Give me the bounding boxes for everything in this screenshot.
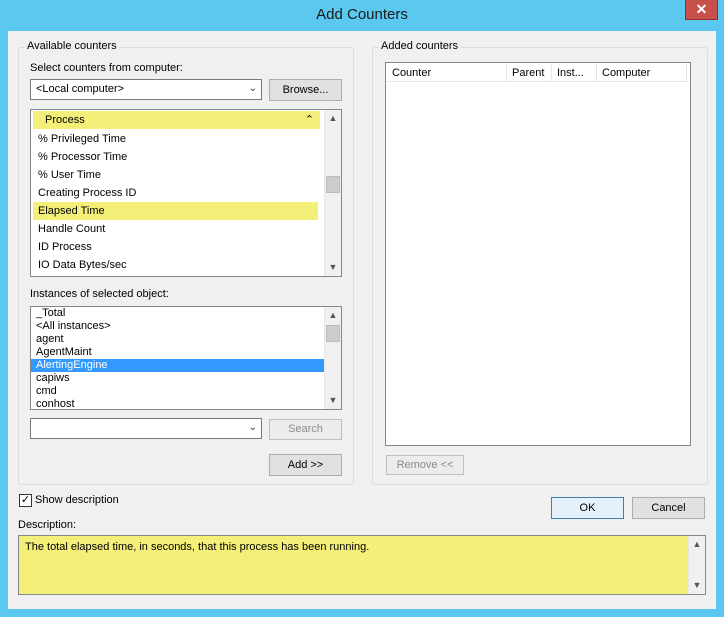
counter-item[interactable]: % User Time — [33, 166, 318, 184]
collapse-chevron-icon[interactable]: ⌃ — [305, 111, 314, 129]
instances-label: Instances of selected object: — [30, 288, 169, 300]
instance-item[interactable]: capiws — [31, 372, 324, 385]
scroll-down-icon[interactable]: ▼ — [325, 392, 341, 409]
description-text: The total elapsed time, in seconds, that… — [25, 541, 370, 553]
column-parent[interactable]: Parent — [507, 64, 552, 82]
show-description-checkbox[interactable]: ✓ — [19, 494, 32, 507]
show-description-label[interactable]: Show description — [35, 494, 119, 506]
counter-item[interactable]: IO Data Bytes/sec — [33, 256, 318, 274]
available-counters-label: Available counters — [25, 40, 119, 52]
computer-select-value: <Local computer> — [36, 83, 125, 95]
scroll-thumb[interactable] — [326, 325, 340, 342]
added-counters-label: Added counters — [379, 40, 461, 52]
grid-header: Counter Parent Inst... Computer — [387, 64, 689, 82]
counters-list[interactable]: Process ⌃ % Privileged Time % Processor … — [30, 109, 342, 277]
object-header-label: Process — [45, 114, 85, 126]
column-counter[interactable]: Counter — [387, 64, 507, 82]
instance-item-selected[interactable]: AlertingEngine — [31, 359, 324, 372]
scroll-up-icon[interactable]: ▲ — [325, 307, 341, 324]
counter-item[interactable]: % Privileged Time — [33, 130, 318, 148]
description-box[interactable]: The total elapsed time, in seconds, that… — [18, 535, 706, 595]
add-button[interactable]: Add >> — [269, 454, 342, 476]
add-counters-dialog: Add Counters ✕ Available counters Select… — [0, 0, 724, 617]
instance-item[interactable]: <All instances> — [31, 320, 324, 333]
scroll-down-icon[interactable]: ▼ — [689, 577, 705, 594]
counter-item[interactable]: Handle Count — [33, 220, 318, 238]
description-label: Description: — [18, 519, 77, 531]
browse-button[interactable]: Browse... — [269, 79, 342, 101]
search-instance-input[interactable]: ⌄ — [30, 418, 262, 439]
instance-item[interactable]: _Total — [31, 307, 324, 320]
counter-item[interactable]: Creating Process ID — [33, 184, 318, 202]
description-scrollbar[interactable]: ▲ ▼ — [688, 536, 705, 594]
counters-scrollbar[interactable]: ▲ ▼ — [324, 110, 341, 276]
computer-select[interactable]: <Local computer> ⌄ — [30, 79, 262, 100]
checkmark-icon: ✓ — [20, 494, 31, 506]
cancel-button[interactable]: Cancel — [632, 497, 705, 519]
ok-button[interactable]: OK — [551, 497, 624, 519]
search-button[interactable]: Search — [269, 419, 342, 440]
chevron-down-icon: ⌄ — [248, 83, 257, 94]
title-bar[interactable]: Add Counters ✕ — [0, 0, 724, 30]
counter-item[interactable]: % Processor Time — [33, 148, 318, 166]
dialog-client-area: Available counters Select counters from … — [8, 31, 716, 609]
instance-item[interactable]: agent — [31, 333, 324, 346]
instance-item[interactable]: conhost — [31, 398, 324, 409]
chevron-down-icon[interactable]: ⌄ — [249, 422, 257, 433]
instance-item[interactable]: AgentMaint — [31, 346, 324, 359]
scroll-up-icon[interactable]: ▲ — [325, 110, 341, 127]
remove-button[interactable]: Remove << — [386, 455, 464, 475]
object-header-process[interactable]: Process ⌃ — [33, 111, 320, 129]
instance-item[interactable]: cmd — [31, 385, 324, 398]
column-instance[interactable]: Inst... — [552, 64, 597, 82]
added-counters-grid[interactable]: Counter Parent Inst... Computer — [385, 62, 691, 446]
column-computer[interactable]: Computer — [597, 64, 687, 82]
counter-item-selected[interactable]: Elapsed Time — [33, 202, 318, 220]
scroll-down-icon[interactable]: ▼ — [325, 259, 341, 276]
counter-item[interactable]: ID Process — [33, 238, 318, 256]
dialog-title: Add Counters — [316, 6, 408, 23]
close-button[interactable]: ✕ — [685, 0, 718, 20]
instances-scrollbar[interactable]: ▲ ▼ — [324, 307, 341, 409]
scroll-thumb[interactable] — [326, 176, 340, 193]
instances-list[interactable]: _Total <All instances> agent AgentMaint … — [30, 306, 342, 410]
select-computer-label: Select counters from computer: — [30, 62, 183, 74]
scroll-up-icon[interactable]: ▲ — [689, 536, 705, 553]
